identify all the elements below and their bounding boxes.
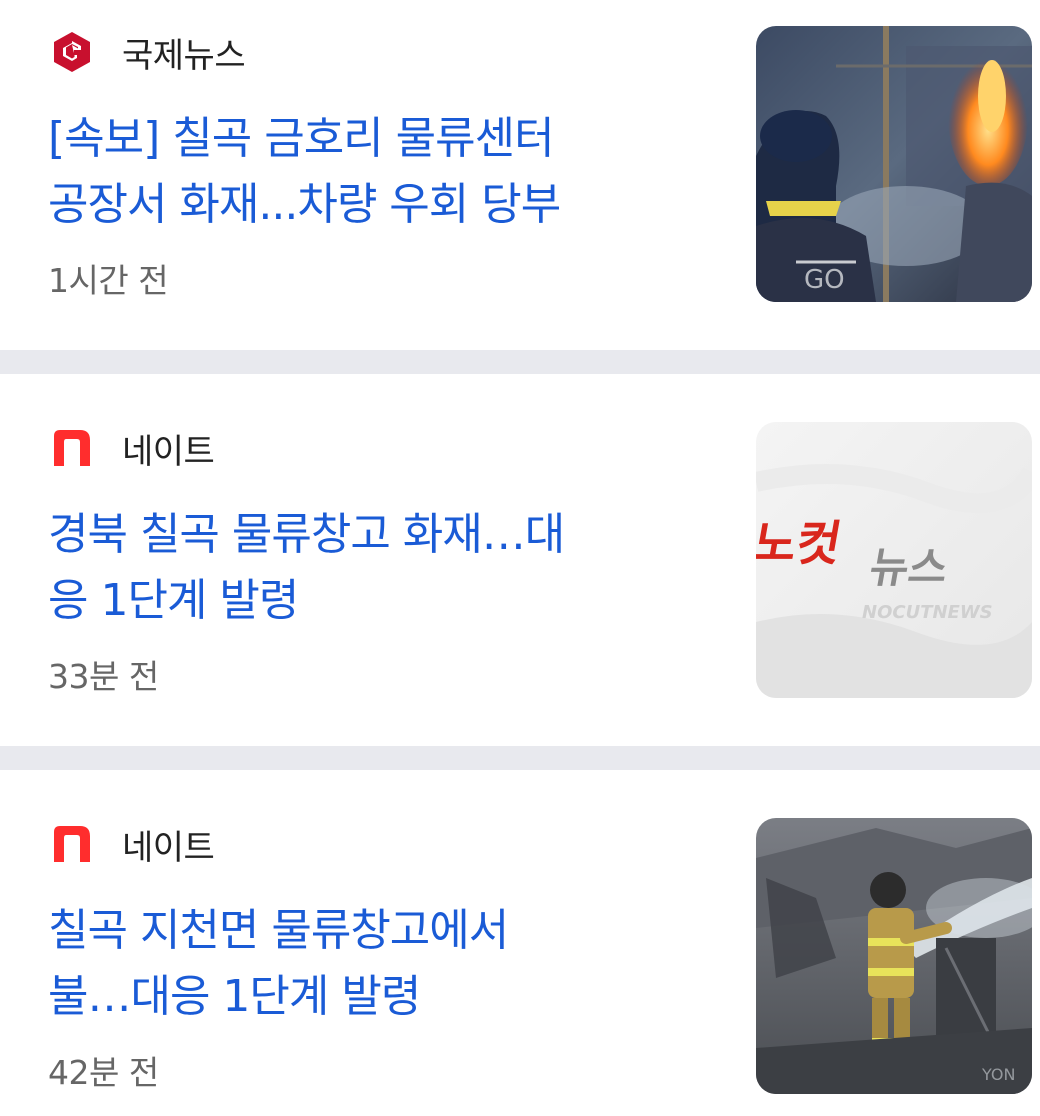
headline-line: 칠곡 지천면 물류창고에서: [48, 905, 509, 956]
headline-link[interactable]: 칠곡 지천면 물류창고에서 불…대응 1단계 발령: [48, 898, 708, 1030]
timestamp: 1시간 전: [48, 261, 169, 300]
source-row: 네이트: [50, 820, 215, 868]
nocut-brand-red: 노컷: [756, 516, 846, 572]
thumbnail-image[interactable]: YON: [756, 818, 1032, 1094]
headline-link[interactable]: 경북 칠곡 물류창고 화재…대 응 1단계 발령: [48, 502, 708, 634]
nate-logo-icon: [50, 822, 94, 866]
thumbnail-image[interactable]: 노컷 뉴스 NOCUTNEWS: [756, 422, 1032, 698]
timestamp: 33분 전: [48, 657, 159, 696]
source-name: 네이트: [122, 827, 215, 868]
source-row: 네이트: [50, 424, 215, 472]
headline-line: [속보] 칠곡 금호리 물류센터: [48, 113, 555, 164]
timestamp: 42분 전: [48, 1053, 159, 1092]
card-divider: [0, 350, 1040, 374]
headline-line: 불…대응 1단계 발령: [48, 971, 421, 1022]
card-divider: [0, 746, 1040, 770]
svg-text:GO: GO: [804, 265, 845, 295]
source-name: 네이트: [122, 431, 215, 472]
news-card-1[interactable]: 국제뉴스 [속보] 칠곡 금호리 물류센터 공장서 화재...차량 우회 당부 …: [0, 0, 1040, 350]
gukje-news-logo-icon: [50, 30, 94, 74]
source-row: 국제뉴스: [50, 28, 246, 76]
headline-link[interactable]: [속보] 칠곡 금호리 물류센터 공장서 화재...차량 우회 당부: [48, 106, 708, 238]
headline-line: 경북 칠곡 물류창고 화재…대: [48, 509, 565, 560]
news-card-2[interactable]: 네이트 경북 칠곡 물류창고 화재…대 응 1단계 발령 33분 전 노컷 뉴스…: [0, 374, 1040, 746]
headline-line: 응 1단계 발령: [48, 575, 299, 626]
source-name: 국제뉴스: [122, 35, 246, 76]
headline-line: 공장서 화재...차량 우회 당부: [48, 179, 561, 230]
nate-logo-icon: [50, 426, 94, 470]
nocut-brand-en: NOCUTNEWS: [862, 602, 993, 623]
thumbnail-image[interactable]: GO: [756, 26, 1032, 302]
news-card-3[interactable]: 네이트 칠곡 지천면 물류창고에서 불…대응 1단계 발령 42분 전 YON: [0, 770, 1040, 1116]
nocut-brand-gray: 뉴스: [866, 543, 952, 592]
svg-text:YON: YON: [981, 1065, 1015, 1084]
